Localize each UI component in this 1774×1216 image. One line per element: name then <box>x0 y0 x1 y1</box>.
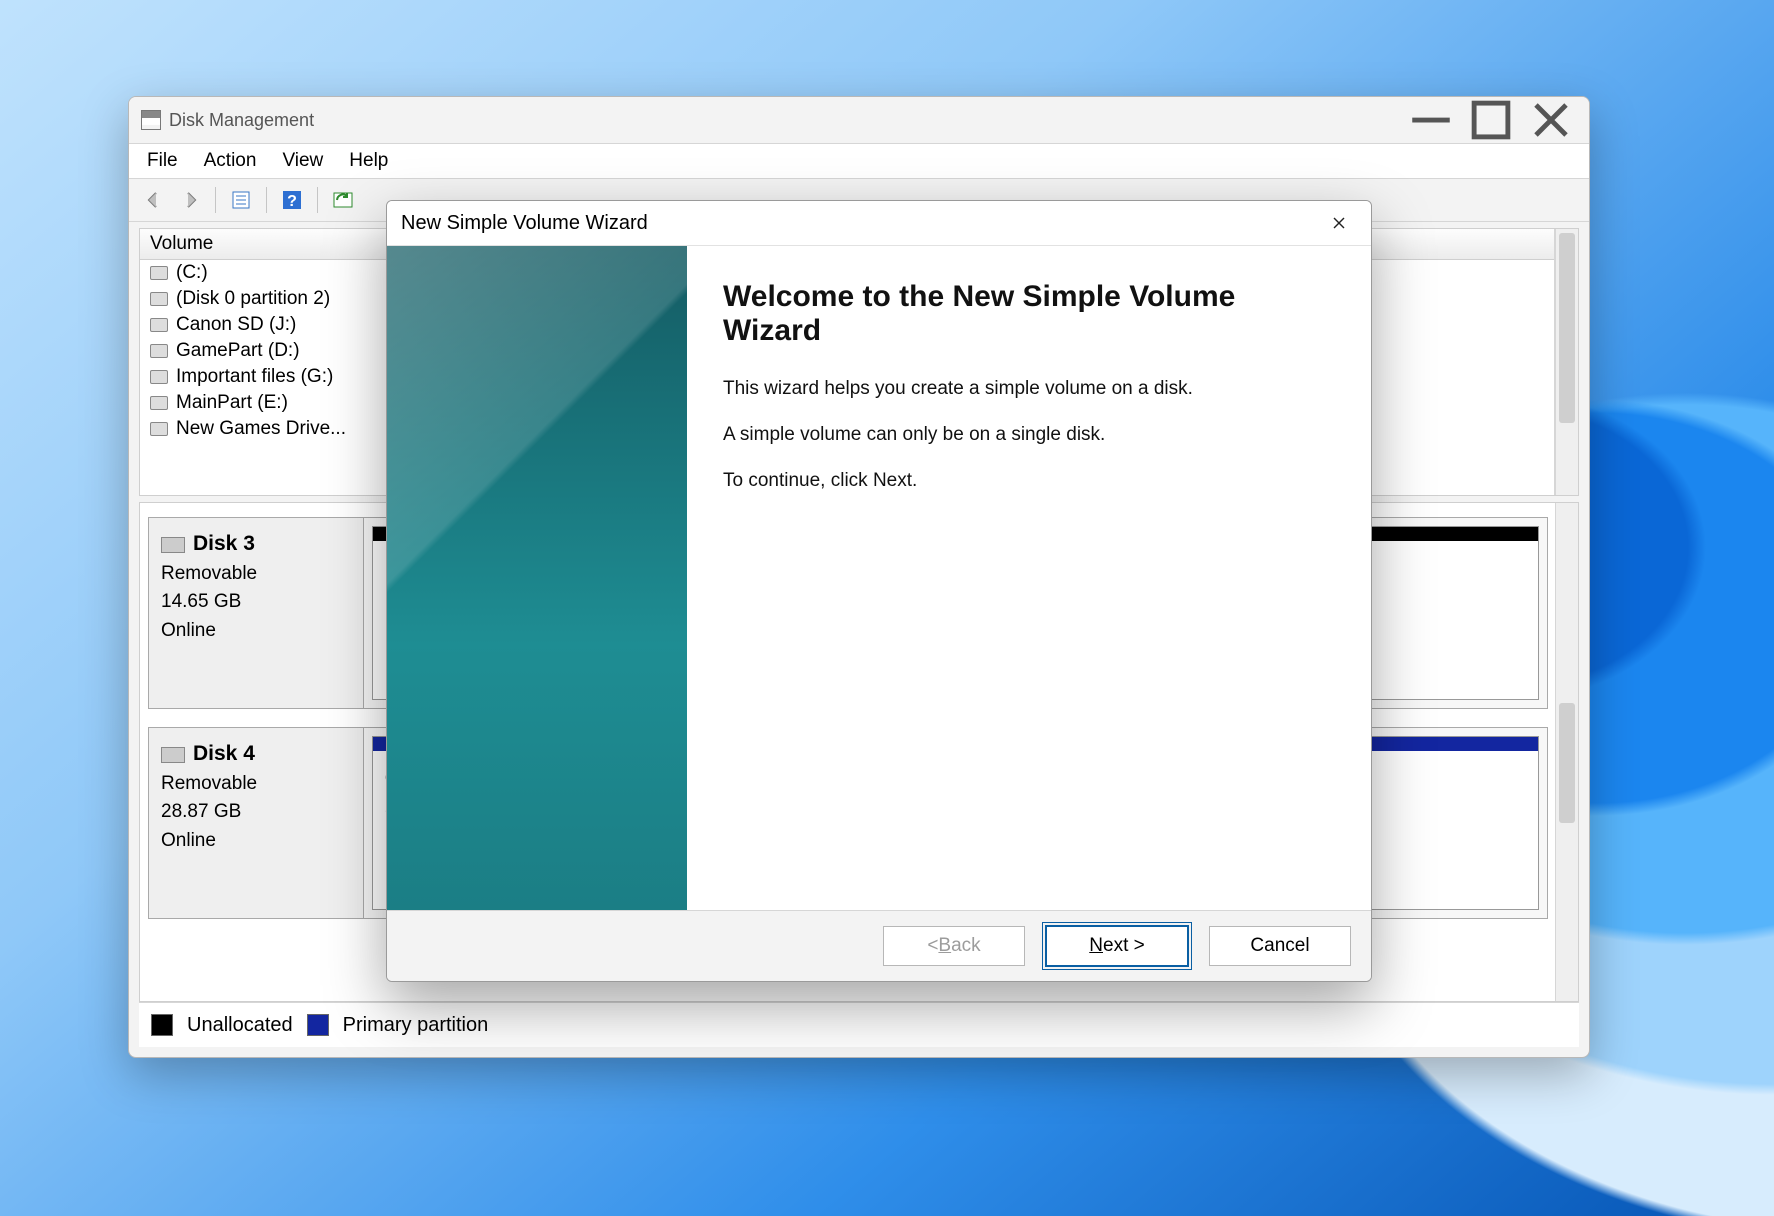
close-button[interactable] <box>1521 97 1581 143</box>
wizard-text: A simple volume can only be on a single … <box>723 424 1335 446</box>
legend-swatch-unallocated <box>151 1014 173 1036</box>
wizard-content: Welcome to the New Simple Volume Wizard … <box>687 246 1371 910</box>
volume-name: Important files (G:) <box>176 366 333 388</box>
toolbar-separator <box>317 187 318 213</box>
window-title: Disk Management <box>169 110 314 131</box>
wizard-heading: Welcome to the New Simple Volume Wizard <box>723 280 1335 348</box>
wizard-back-button: < Back <box>883 926 1025 966</box>
scrollbar[interactable] <box>1555 503 1578 1001</box>
scroll-thumb[interactable] <box>1559 233 1575 423</box>
disk-size: 14.65 GB <box>161 588 351 617</box>
properties-icon[interactable] <box>226 185 256 215</box>
menu-action[interactable]: Action <box>204 150 257 172</box>
scroll-thumb[interactable] <box>1559 703 1575 823</box>
svg-text:?: ? <box>287 193 297 210</box>
drive-icon <box>150 266 168 280</box>
volume-name: New Games Drive... <box>176 418 346 440</box>
volume-name: Canon SD (J:) <box>176 314 296 336</box>
disk-name: Disk 4 <box>193 742 255 765</box>
disk-icon <box>161 747 185 763</box>
disk-name: Disk 3 <box>193 532 255 555</box>
disk-status: Online <box>161 827 351 856</box>
disk-type: Removable <box>161 560 351 589</box>
drive-icon <box>150 370 168 384</box>
drive-icon <box>150 396 168 410</box>
titlebar[interactable]: Disk Management <box>129 97 1589 143</box>
menubar: File Action View Help <box>129 143 1589 179</box>
drive-icon <box>150 292 168 306</box>
wizard-next-button[interactable]: Next > <box>1045 925 1189 967</box>
legend-label: Primary partition <box>343 1014 489 1037</box>
toolbar-separator <box>266 187 267 213</box>
menu-view[interactable]: View <box>282 150 323 172</box>
forward-icon[interactable] <box>175 185 205 215</box>
new-simple-volume-wizard: New Simple Volume Wizard Welcome to the … <box>386 200 1372 982</box>
disk-label: Disk 3 Removable 14.65 GB Online <box>149 518 364 708</box>
wizard-titlebar[interactable]: New Simple Volume Wizard <box>387 201 1371 246</box>
toolbar-separator <box>215 187 216 213</box>
wizard-close-button[interactable] <box>1321 205 1357 241</box>
wizard-sidebar-graphic <box>387 246 687 910</box>
legend-label: Unallocated <box>187 1014 293 1037</box>
disk-size: 28.87 GB <box>161 798 351 827</box>
volume-name: (Disk 0 partition 2) <box>176 288 330 310</box>
wizard-text: To continue, click Next. <box>723 470 1335 492</box>
drive-icon <box>150 422 168 436</box>
menu-file[interactable]: File <box>147 150 178 172</box>
volume-name: MainPart (E:) <box>176 392 288 414</box>
scrollbar[interactable] <box>1555 229 1578 495</box>
minimize-button[interactable] <box>1401 97 1461 143</box>
wizard-text: This wizard helps you create a simple vo… <box>723 378 1335 400</box>
legend: Unallocated Primary partition <box>139 1002 1579 1047</box>
disk-label: Disk 4 Removable 28.87 GB Online <box>149 728 364 918</box>
volume-name: (C:) <box>176 262 208 284</box>
drive-icon <box>150 318 168 332</box>
disk-type: Removable <box>161 770 351 799</box>
drive-icon <box>150 344 168 358</box>
help-icon[interactable]: ? <box>277 185 307 215</box>
wizard-footer: < Back Next > Cancel <box>387 910 1371 981</box>
legend-swatch-primary <box>307 1014 329 1036</box>
menu-help[interactable]: Help <box>349 150 388 172</box>
refresh-icon[interactable] <box>328 185 358 215</box>
wizard-cancel-button[interactable]: Cancel <box>1209 926 1351 966</box>
wizard-title: New Simple Volume Wizard <box>401 212 648 235</box>
disk-status: Online <box>161 617 351 646</box>
app-icon <box>141 110 161 130</box>
maximize-button[interactable] <box>1461 97 1521 143</box>
volume-name: GamePart (D:) <box>176 340 300 362</box>
disk-icon <box>161 537 185 553</box>
desktop-wallpaper: Disk Management File Action View Help <box>0 0 1774 1216</box>
back-icon[interactable] <box>139 185 169 215</box>
